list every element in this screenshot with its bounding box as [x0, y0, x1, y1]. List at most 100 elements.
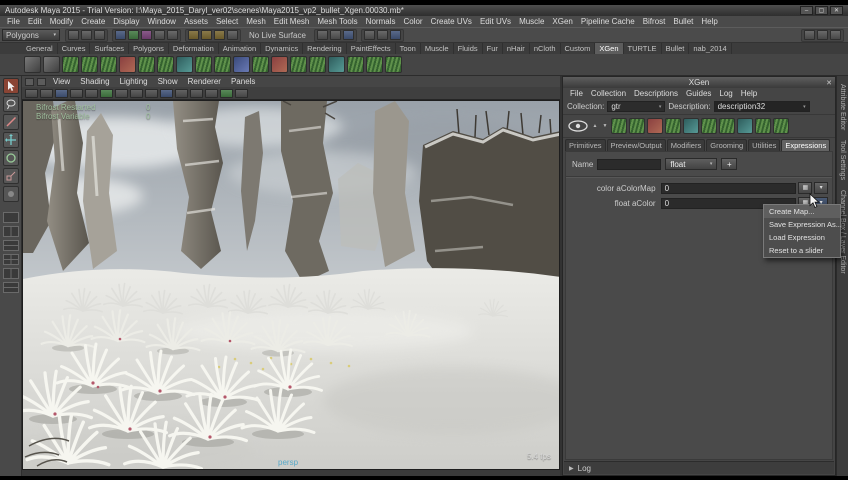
- preset-icon[interactable]: [665, 118, 681, 134]
- preset-icon[interactable]: [737, 118, 753, 134]
- menu-select[interactable]: Select: [212, 17, 242, 26]
- channel-box-toggle-icon[interactable]: [830, 30, 841, 40]
- snap-curve-icon[interactable]: [201, 30, 212, 40]
- expression-name-input[interactable]: [597, 158, 662, 170]
- shelf-tab-xgen[interactable]: XGen: [595, 43, 624, 54]
- panel-menu-view[interactable]: View: [49, 77, 74, 86]
- lock-selection-icon[interactable]: [167, 30, 178, 40]
- rotate-tool-icon[interactable]: [2, 150, 19, 166]
- shelf-tab-rendering[interactable]: Rendering: [303, 43, 347, 54]
- panel-toolbar-icon[interactable]: [85, 88, 98, 98]
- shelf-icon[interactable]: [252, 56, 269, 73]
- layout-persp-graph-button[interactable]: [2, 282, 19, 293]
- shelf-icon[interactable]: [309, 56, 326, 73]
- panel-toolbar-icon[interactable]: [160, 88, 173, 98]
- render-icon[interactable]: [363, 30, 375, 40]
- preset-icon[interactable]: [755, 118, 771, 134]
- shelf-tab-fur[interactable]: Fur: [483, 43, 503, 54]
- scale-tool-icon[interactable]: [2, 168, 19, 184]
- snap-surface-icon[interactable]: [227, 30, 238, 40]
- shelf-icon[interactable]: [176, 56, 193, 73]
- xgen-title-bar[interactable]: XGen ✕: [563, 77, 835, 88]
- menu-edit-mesh[interactable]: Edit Mesh: [270, 17, 314, 26]
- menu-xgen[interactable]: XGen: [548, 17, 576, 26]
- viewport-3d[interactable]: Bifrost Restarted 0 Bifrost Variable 0 5…: [22, 100, 560, 470]
- shelf-tab-toon[interactable]: Toon: [396, 43, 421, 54]
- add-expression-button[interactable]: +: [721, 158, 738, 170]
- shelf-tab-turtle[interactable]: TURTLE: [624, 43, 662, 54]
- shelf-icon[interactable]: [271, 56, 288, 73]
- panel-toolbar-icon[interactable]: [235, 88, 248, 98]
- shelf-tab-bullet[interactable]: Bullet: [662, 43, 690, 54]
- preset-icon[interactable]: [629, 118, 645, 134]
- layout-two-stacked-button[interactable]: [2, 240, 19, 251]
- close-button[interactable]: ✕: [830, 6, 843, 15]
- shelf-icon[interactable]: [290, 56, 307, 73]
- panel-menu-lighting[interactable]: Lighting: [116, 77, 152, 86]
- tab-expressions[interactable]: Expressions: [781, 139, 831, 151]
- menu-color[interactable]: Color: [399, 17, 426, 26]
- tab-grooming[interactable]: Grooming: [706, 139, 748, 151]
- attribute-editor-tab[interactable]: Attribute Editor: [839, 84, 846, 130]
- minimize-button[interactable]: –: [800, 6, 813, 15]
- shelf-tab-polygons[interactable]: Polygons: [129, 43, 169, 54]
- menu-muscle[interactable]: Muscle: [515, 17, 548, 26]
- panel-toolbar-icon[interactable]: [40, 88, 53, 98]
- xgen-menu-guides[interactable]: Guides: [683, 89, 714, 98]
- shelf-tab-surfaces[interactable]: Surfaces: [90, 43, 130, 54]
- shelf-icon[interactable]: [233, 56, 250, 73]
- tool-settings-tab[interactable]: Tool Settings: [839, 140, 846, 180]
- select-tool-icon[interactable]: [2, 78, 19, 94]
- menu-pipeline-cache[interactable]: Pipeline Cache: [577, 17, 639, 26]
- panel-toolbar-icon[interactable]: [145, 88, 158, 98]
- panel-toolbar-icon[interactable]: [55, 88, 68, 98]
- tab-utilities[interactable]: Utilities: [748, 139, 781, 151]
- menu-mesh[interactable]: Mesh: [242, 17, 270, 26]
- menu-bifrost[interactable]: Bifrost: [639, 17, 670, 26]
- panel-menu-renderer[interactable]: Renderer: [184, 77, 225, 86]
- menu-normals[interactable]: Normals: [362, 17, 400, 26]
- shelf-tab-ncloth[interactable]: nCloth: [530, 43, 561, 54]
- shelf-tab-fluids[interactable]: Fluids: [454, 43, 483, 54]
- output-connections-icon[interactable]: [329, 30, 341, 40]
- layout-persp-outliner-button[interactable]: [2, 268, 19, 279]
- shelf-tab-nab2014[interactable]: nab_2014: [689, 43, 732, 54]
- tab-preview-output[interactable]: Preview/Output: [606, 139, 666, 151]
- shelf-icon[interactable]: [81, 56, 98, 73]
- preset-icon[interactable]: [683, 118, 699, 134]
- shelf-tab-curves[interactable]: Curves: [58, 43, 91, 54]
- panel-toolbar-icon[interactable]: [175, 88, 188, 98]
- xgen-close-icon[interactable]: ✕: [826, 78, 832, 89]
- panel-menu-panels[interactable]: Panels: [227, 77, 259, 86]
- shelf-icon[interactable]: [138, 56, 155, 73]
- prev-arrow-icon[interactable]: ▲: [591, 123, 599, 129]
- visibility-eye-icon[interactable]: [567, 119, 589, 133]
- shelf-tab-muscle[interactable]: Muscle: [421, 43, 454, 54]
- maximize-button[interactable]: ▢: [815, 6, 828, 15]
- menu-create-uvs[interactable]: Create UVs: [427, 17, 476, 26]
- menu-edit-uvs[interactable]: Edit UVs: [476, 17, 515, 26]
- panel-toolbar-icon[interactable]: [70, 88, 83, 98]
- shelf-icon[interactable]: [385, 56, 402, 73]
- context-reset-slider[interactable]: Reset to a slider: [764, 244, 840, 257]
- shelf-icon[interactable]: [195, 56, 212, 73]
- menu-bullet[interactable]: Bullet: [669, 17, 697, 26]
- snap-grid-icon[interactable]: [188, 30, 199, 40]
- expression-type-dropdown[interactable]: float ▾: [665, 158, 718, 170]
- shelf-tab-nhair[interactable]: nHair: [503, 43, 530, 54]
- preset-icon[interactable]: [611, 118, 627, 134]
- preset-icon[interactable]: [647, 118, 663, 134]
- lasso-tool-icon[interactable]: [2, 96, 19, 112]
- context-load-expression[interactable]: Load Expression: [764, 231, 840, 244]
- xgen-log-section[interactable]: ▶ Log: [564, 461, 834, 474]
- menu-create[interactable]: Create: [77, 17, 109, 26]
- last-tool-icon[interactable]: [2, 186, 19, 202]
- shelf-icon[interactable]: [24, 56, 41, 73]
- panel-toolbar-icon[interactable]: [220, 88, 233, 98]
- shelf-icon[interactable]: [119, 56, 136, 73]
- layout-two-side-button[interactable]: [2, 226, 19, 237]
- shelf-icon[interactable]: [347, 56, 364, 73]
- new-scene-icon[interactable]: [68, 30, 79, 40]
- panel-menu-icon[interactable]: [25, 77, 34, 86]
- select-mask-icon[interactable]: [154, 30, 165, 40]
